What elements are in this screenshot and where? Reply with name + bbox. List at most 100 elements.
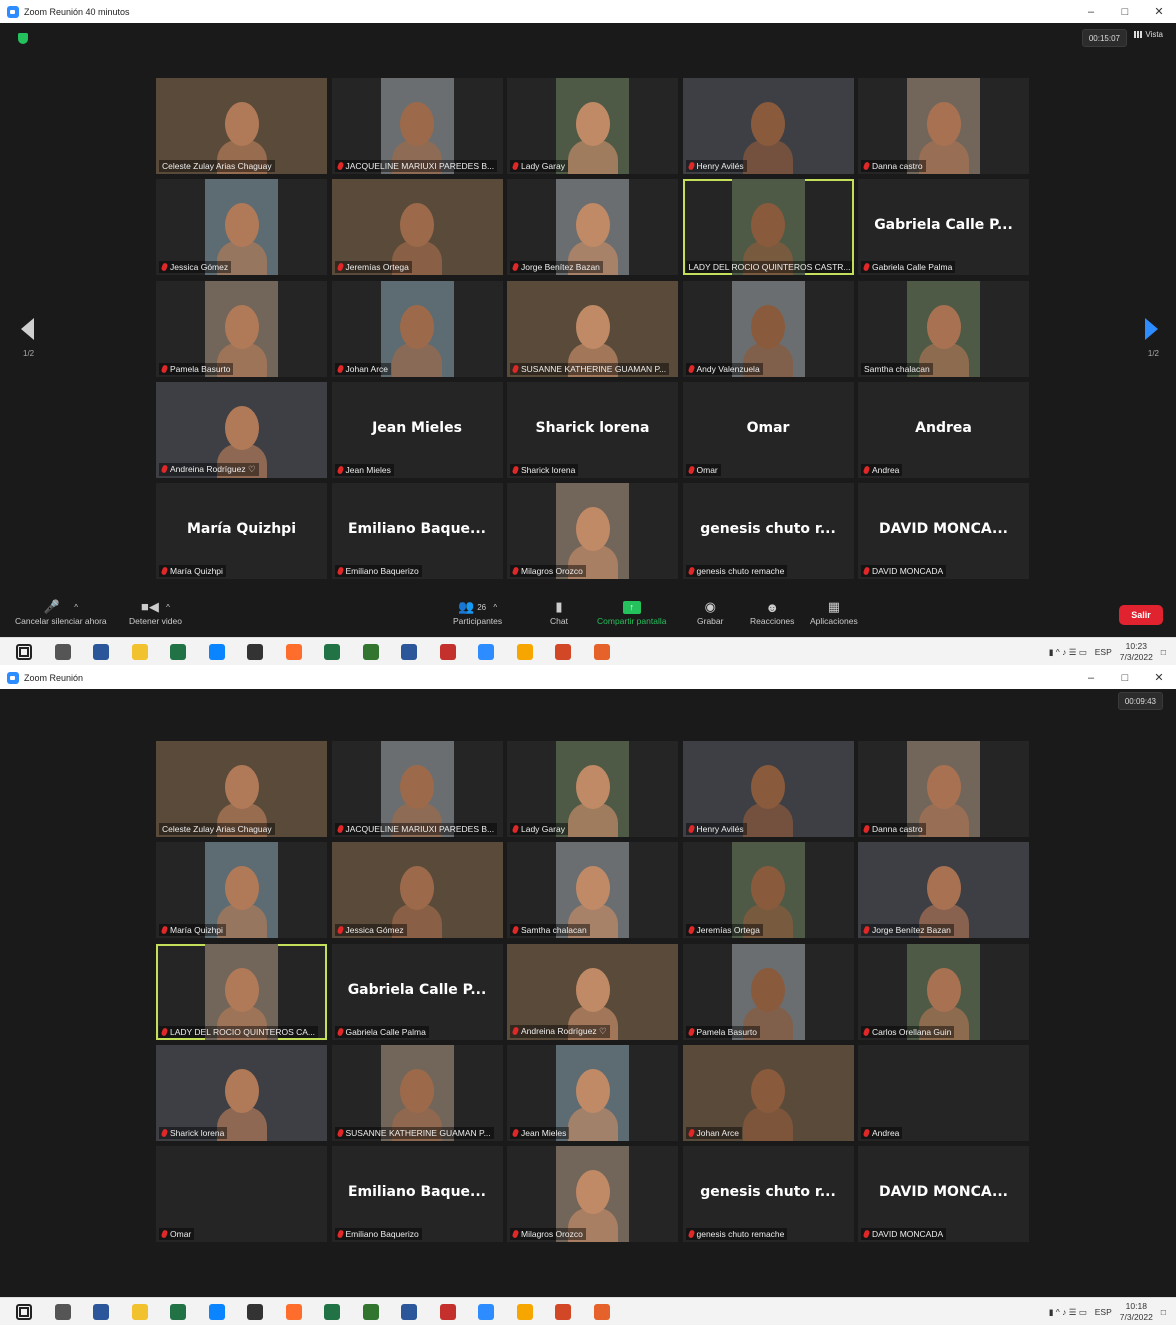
participant-tile[interactable]: Pamela Basurto <box>156 280 327 377</box>
taskbar-app-icon[interactable] <box>285 1304 302 1320</box>
taskbar-app-icon[interactable] <box>247 644 263 660</box>
maximize-button[interactable]: □ <box>1108 666 1142 689</box>
participant-tile[interactable]: Jeremías Ortega <box>682 842 854 939</box>
participant-tile[interactable]: Sharick lorena Sharick lorena <box>507 381 678 478</box>
participant-tile[interactable]: Jean Mieles Jean Mieles <box>331 381 503 478</box>
participant-tile[interactable]: Milagros Orozco <box>507 1146 678 1243</box>
shield-icon[interactable] <box>18 33 28 44</box>
taskbar-app-icon[interactable] <box>170 644 186 660</box>
participant-tile[interactable]: Emiliano Baque... Emiliano Baquerizo <box>331 483 503 580</box>
taskbar-app-icon[interactable] <box>439 1304 456 1320</box>
taskbar-app-icon[interactable] <box>54 644 71 660</box>
participant-tile[interactable]: Andreina Rodríguez ♡ <box>156 381 327 478</box>
participant-tile[interactable]: Johan Arce <box>682 1044 854 1141</box>
taskbar-app-icon[interactable] <box>401 1304 417 1320</box>
participant-tile[interactable]: genesis chuto r... genesis chuto remache <box>682 483 854 580</box>
participant-tile[interactable]: Emiliano Baque... Emiliano Baquerizo <box>331 1146 503 1243</box>
participant-tile[interactable]: Jorge Benítez Bazan <box>858 842 1029 939</box>
participant-tile[interactable]: Omar Omar <box>682 381 854 478</box>
participant-tile[interactable]: Danna castro <box>858 78 1029 174</box>
clock[interactable]: 10:23 7/3/2022 <box>1120 641 1153 663</box>
taskbar-app-icon[interactable] <box>324 644 340 660</box>
tray-icons[interactable]: ▮ ^ ♪ ☰ ▭ <box>1049 647 1087 658</box>
close-button[interactable]: ✕ <box>1142 0 1176 23</box>
participant-tile[interactable]: Danna castro <box>858 741 1029 837</box>
notifications-icon[interactable]: □ <box>1161 1307 1166 1317</box>
participant-tile[interactable]: JACQUELINE MARIUXI PAREDES B... <box>331 78 503 174</box>
taskbar-app-icon[interactable] <box>439 644 456 660</box>
participant-tile[interactable]: Gabriela Calle P... Gabriela Calle Palma <box>858 179 1029 276</box>
unmute-button[interactable]: 🎤 ^ Cancelar silenciar ahora <box>15 598 107 626</box>
participant-tile[interactable]: genesis chuto r... genesis chuto remache <box>682 1146 854 1243</box>
taskbar-app-icon[interactable] <box>478 1304 494 1320</box>
participant-tile[interactable]: Henry Avilés <box>682 741 854 837</box>
participant-tile[interactable]: SUSANNE KATHERINE GUAMAN P... <box>331 1044 503 1141</box>
prev-page-arrow[interactable] <box>21 318 34 340</box>
participant-tile[interactable]: Jean Mieles <box>507 1044 678 1141</box>
participant-tile[interactable]: Carlos Orellana Guin <box>858 943 1029 1040</box>
minimize-button[interactable]: – <box>1074 666 1108 689</box>
taskbar-app-icon[interactable] <box>131 644 148 660</box>
taskbar-app-icon[interactable] <box>516 644 533 660</box>
taskbar-app-icon[interactable] <box>555 644 571 660</box>
taskbar-app-icon[interactable] <box>478 644 494 660</box>
taskbar-app-icon[interactable] <box>593 1304 610 1320</box>
participant-tile[interactable]: Andrea <box>858 1044 1029 1141</box>
taskbar-app-icon[interactable] <box>555 1304 571 1320</box>
participant-tile[interactable]: María Quizhpi <box>156 842 327 939</box>
participant-tile[interactable]: DAVID MONCA... DAVID MONCADA <box>858 483 1029 580</box>
language-indicator[interactable]: ESP <box>1095 1307 1112 1317</box>
taskbar-app-icon[interactable] <box>54 1304 71 1320</box>
participant-tile[interactable]: Jeremías Ortega <box>331 179 503 276</box>
taskbar-app-icon[interactable] <box>170 1304 186 1320</box>
participant-tile[interactable]: Johan Arce <box>331 280 503 377</box>
tray-icons[interactable]: ▮ ^ ♪ ☰ ▭ <box>1049 1307 1087 1318</box>
windows-start-icon[interactable] <box>16 1304 32 1320</box>
taskbar-app-icon[interactable] <box>208 1304 225 1320</box>
participant-tile[interactable]: Lady Garay <box>507 78 678 174</box>
participant-tile[interactable]: Samtha chalacan <box>507 842 678 939</box>
notifications-icon[interactable]: □ <box>1161 647 1166 657</box>
taskbar-app-icon[interactable] <box>131 1304 148 1320</box>
participant-tile[interactable]: Henry Avilés <box>682 78 854 174</box>
participant-tile[interactable]: Milagros Orozco <box>507 483 678 580</box>
taskbar-app-icon[interactable] <box>401 644 417 660</box>
participant-tile[interactable]: Gabriela Calle P... Gabriela Calle Palma <box>331 943 503 1040</box>
taskbar-app-icon[interactable] <box>208 644 225 660</box>
chat-button[interactable]: ▮ Chat <box>550 598 568 626</box>
stop-video-button[interactable]: ■◀ ^ Detener video <box>129 598 182 626</box>
record-button[interactable]: ◉ Grabar <box>697 598 723 626</box>
language-indicator[interactable]: ESP <box>1095 647 1112 657</box>
next-page-arrow[interactable] <box>1145 318 1158 340</box>
windows-start-icon[interactable] <box>16 644 32 660</box>
participant-tile[interactable]: Jorge Benítez Bazan <box>507 179 678 276</box>
participant-tile[interactable]: LADY DEL ROCIO QUINTEROS CASTR... <box>682 179 854 276</box>
participant-tile[interactable]: Andrea Andrea <box>858 381 1029 478</box>
taskbar-app-icon[interactable] <box>324 1304 340 1320</box>
taskbar-app-icon[interactable] <box>362 644 379 660</box>
participant-tile[interactable]: LADY DEL ROCIO QUINTEROS CA... <box>156 943 327 1040</box>
maximize-button[interactable]: □ <box>1108 0 1142 23</box>
participant-tile[interactable]: Celeste Zulay Arias Chaguay <box>156 741 327 837</box>
participant-tile[interactable]: Jessica Gómez <box>331 842 503 939</box>
share-screen-button[interactable]: ↑ Compartir pantalla <box>597 598 666 626</box>
participant-tile[interactable]: Pamela Basurto <box>682 943 854 1040</box>
taskbar-app-icon[interactable] <box>362 1304 379 1320</box>
participant-tile[interactable]: SUSANNE KATHERINE GUAMAN P... <box>507 280 678 377</box>
participant-tile[interactable]: Jessica Gómez <box>156 179 327 276</box>
participant-tile[interactable]: DAVID MONCA... DAVID MONCADA <box>858 1146 1029 1243</box>
taskbar-app-icon[interactable] <box>93 1304 109 1320</box>
clock[interactable]: 10:18 7/3/2022 <box>1120 1301 1153 1323</box>
participant-tile[interactable]: Omar <box>156 1146 327 1243</box>
apps-button[interactable]: ▦ Aplicaciones <box>810 598 858 626</box>
taskbar-app-icon[interactable] <box>593 644 610 660</box>
participant-tile[interactable]: Andreina Rodríguez ♡ <box>507 943 678 1040</box>
participant-tile[interactable]: Andy Valenzuela <box>682 280 854 377</box>
close-button[interactable]: ✕ <box>1142 666 1176 689</box>
participant-tile[interactable]: Celeste Zulay Arias Chaguay <box>156 78 327 174</box>
participant-tile[interactable]: JACQUELINE MARIUXI PAREDES B... <box>331 741 503 837</box>
taskbar-app-icon[interactable] <box>285 644 302 660</box>
participant-tile[interactable]: María Quizhpi María Quizhpi <box>156 483 327 580</box>
reactions-button[interactable]: ☻ Reacciones <box>750 598 794 627</box>
taskbar-app-icon[interactable] <box>93 644 109 660</box>
